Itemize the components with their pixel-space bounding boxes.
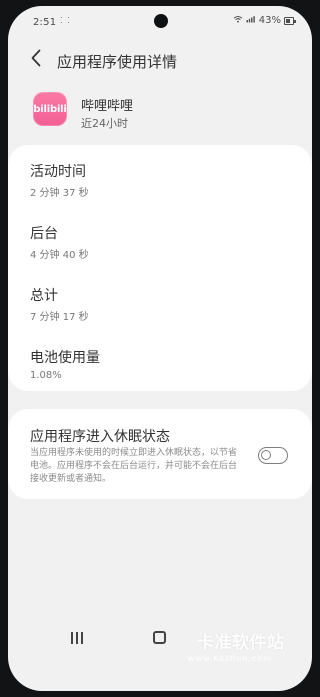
back-button[interactable]	[24, 48, 48, 72]
usage-item-background[interactable]: 后台 4 分钟 40 秒	[8, 217, 312, 279]
status-right: 43%	[233, 15, 296, 26]
usage-item-title: 后台	[30, 226, 58, 242]
usage-item-value: 2 分钟 37 秒	[30, 188, 89, 199]
toggle-switch-icon	[261, 450, 271, 460]
recent-apps-icon	[81, 632, 83, 644]
sleep-setting-card: 应用程序进入休眠状态 当应用程序未使用的时候立即进入休眠状态，以节省电池。应用程…	[8, 409, 312, 499]
usage-item-value: 7 分钟 17 秒	[30, 312, 89, 323]
usage-card: 活动时间 2 分钟 37 秒 后台 4 分钟 40 秒 总计 7 分钟 17 秒…	[8, 145, 312, 391]
usage-item-value: 4 分钟 40 秒	[30, 250, 89, 261]
signal-icon	[246, 15, 256, 26]
phone-frame: 2:51 ⁚ ⁚ 43% 应用程序使用详情 bilibili 哔哩哔哩 近24小…	[0, 0, 320, 697]
status-bar: 2:51 ⁚ ⁚ 43%	[8, 6, 312, 36]
bilibili-app-icon: bilibili	[33, 92, 67, 126]
watermark-url: www.kazhun.com	[188, 654, 272, 663]
home-button[interactable]	[153, 631, 166, 644]
battery-percentage: 43%	[258, 15, 281, 26]
battery-icon	[284, 16, 296, 25]
camera-hole	[154, 14, 168, 28]
usage-item-title: 活动时间	[30, 164, 86, 180]
recent-apps-button[interactable]	[69, 632, 85, 644]
usage-item-value: 1.08%	[30, 370, 62, 381]
app-summary: bilibili 哔哩哔哩 近24小时	[8, 88, 312, 133]
app-icon-label: bilibili	[33, 103, 67, 115]
wifi-icon	[233, 15, 243, 26]
usage-item-title: 电池使用量	[30, 350, 100, 366]
usage-period: 近24小时	[81, 117, 128, 130]
watermark-title: 卡准软件站	[197, 633, 285, 653]
status-time: 2:51	[33, 17, 57, 28]
app-name: 哔哩哔哩	[81, 99, 134, 114]
sleep-setting-title: 应用程序进入休眠状态	[30, 429, 170, 445]
usage-item-title: 总计	[30, 288, 58, 304]
screen: 2:51 ⁚ ⁚ 43% 应用程序使用详情 bilibili 哔哩哔哩 近24小…	[8, 6, 312, 691]
usage-item-active-time[interactable]: 活动时间 2 分钟 37 秒	[8, 155, 312, 217]
chevron-left-icon	[30, 48, 42, 72]
page-header: 应用程序使用详情	[8, 43, 312, 77]
sleep-setting-description: 当应用程序未使用的时候立即进入休眠状态，以节省电池。应用程序不会在后台运行，并可…	[30, 448, 238, 484]
usage-item-total[interactable]: 总计 7 分钟 17 秒	[8, 279, 312, 341]
usage-item-battery[interactable]: 电池使用量 1.08%	[8, 341, 312, 403]
recent-apps-icon	[71, 632, 73, 644]
status-indicator: ⁚ ⁚	[60, 16, 71, 25]
page-title: 应用程序使用详情	[57, 53, 178, 71]
sleep-toggle[interactable]	[258, 447, 288, 464]
recent-apps-icon	[76, 632, 78, 644]
